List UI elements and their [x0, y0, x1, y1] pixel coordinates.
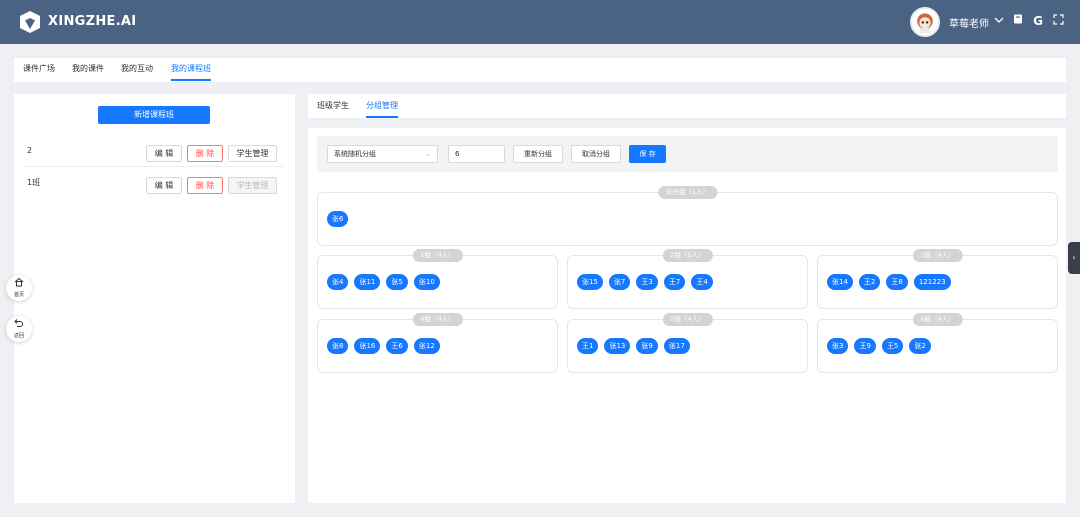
class-row: 2 编 辑 删 除 学生管理: [24, 141, 285, 167]
sub-nav: 班级学生 分组管理: [308, 94, 1066, 118]
student-chip[interactable]: 张8: [327, 338, 349, 354]
member-list: 张4 张11 张5 张10: [327, 269, 551, 290]
back-button[interactable]: 返回: [6, 316, 32, 342]
student-chip[interactable]: 张12: [413, 338, 440, 354]
group-box[interactable]: 3组（4人） 张14 王2 王8 121223: [817, 249, 1058, 309]
class-name: 1班: [27, 178, 41, 187]
avatar-illustration-icon: [917, 13, 933, 34]
member-list: 张6: [327, 206, 1051, 227]
fullscreen-icon[interactable]: [1050, 13, 1066, 29]
grouping-toolbar: 系统随机分组 ⌄ 6 重新分组 取消分组 保 存: [317, 136, 1058, 172]
group-label: 6组（4人）: [912, 313, 963, 326]
student-chip[interactable]: 张2: [909, 338, 931, 354]
student-chip[interactable]: 张14: [827, 274, 853, 290]
tab-courseware-plaza[interactable]: 课件广场: [23, 63, 55, 74]
app-header: XINGZHE.AI 草莓老师 G: [0, 0, 1080, 44]
group-box[interactable]: 2组（5人） 张15 张7 王3 王7 王4: [567, 249, 808, 309]
member-list: 张3 王9 王5 张2: [827, 333, 1051, 354]
student-chip[interactable]: 王3: [636, 274, 658, 290]
grouping-mode-value: 系统随机分组: [334, 150, 376, 158]
tab-my-courseware[interactable]: 我的课件: [72, 63, 104, 74]
manage-students-button-disabled: 学生管理: [228, 177, 277, 194]
home-label: 首页: [13, 292, 24, 298]
group-label: 3组（4人）: [912, 249, 963, 262]
student-chip[interactable]: 张15: [577, 274, 603, 290]
brand-name: XINGZHE.AI: [48, 14, 137, 29]
regroup-button[interactable]: 重新分组: [513, 145, 563, 163]
student-chip[interactable]: 王2: [858, 274, 881, 290]
student-chip[interactable]: 张6: [327, 211, 349, 227]
delete-class-button[interactable]: 删 除: [187, 145, 223, 162]
group-label: 未分组（1人）: [657, 186, 718, 199]
member-list: 张15 张7 王3 王7 王4: [577, 269, 801, 290]
active-subtab-indicator: [366, 116, 398, 118]
top-nav: 课件广场 我的课件 我的互动 我的课程班: [14, 58, 1066, 82]
book-icon[interactable]: [1010, 13, 1026, 29]
class-name: 2: [27, 146, 33, 155]
group-label: 5组（4人）: [662, 313, 713, 326]
save-button[interactable]: 保 存: [629, 145, 666, 163]
group-label: 2组（5人）: [662, 249, 713, 262]
student-chip[interactable]: 王1: [577, 338, 599, 354]
member-list: 王1 张13 张9 张17: [577, 333, 801, 354]
student-chip[interactable]: 王8: [886, 274, 908, 290]
username[interactable]: 草莓老师: [949, 15, 989, 30]
group-count-input[interactable]: 6: [448, 145, 505, 163]
member-list: 张14 王2 王8 121223: [827, 269, 1051, 290]
group-box[interactable]: 6组（4人） 张3 王9 王5 张2: [817, 313, 1058, 373]
student-chip[interactable]: 张3: [827, 338, 849, 354]
ungrouped-box[interactable]: 未分组（1人） 张6: [317, 186, 1058, 246]
student-chip[interactable]: 张7: [608, 274, 631, 290]
edit-class-button[interactable]: 编 辑: [146, 177, 182, 194]
student-chip[interactable]: 121223: [913, 274, 951, 290]
chevron-down-icon: ⌄: [425, 150, 431, 158]
student-chip[interactable]: 张4: [327, 274, 349, 290]
back-arrow-icon: [6, 316, 32, 333]
google-icon[interactable]: G: [1030, 13, 1046, 29]
home-button[interactable]: 首页: [6, 275, 32, 301]
group-box[interactable]: 5组（4人） 王1 张13 张9 张17: [567, 313, 808, 373]
manage-students-button[interactable]: 学生管理: [228, 145, 277, 162]
student-chip[interactable]: 王7: [663, 274, 686, 290]
expand-panel-handle[interactable]: ›: [1068, 242, 1080, 274]
student-chip[interactable]: 王9: [854, 338, 876, 354]
student-chip[interactable]: 王5: [881, 338, 904, 354]
active-tab-indicator: [171, 79, 211, 81]
group-label: 1组（4人）: [412, 249, 463, 262]
student-chip[interactable]: 张13: [604, 338, 631, 354]
class-row: 1班 编 辑 删 除 学生管理: [24, 172, 285, 198]
cancel-grouping-button[interactable]: 取消分组: [571, 145, 621, 163]
xingzhe-logo-icon[interactable]: [18, 10, 42, 34]
tab-group-management[interactable]: 分组管理: [366, 100, 398, 111]
group-box[interactable]: 4组（4人） 张8 张16 王6 张12: [317, 313, 558, 373]
student-chip[interactable]: 张5: [386, 274, 408, 290]
tab-class-students[interactable]: 班级学生: [317, 100, 349, 111]
student-chip[interactable]: 王4: [691, 274, 713, 290]
edit-class-button[interactable]: 编 辑: [146, 145, 182, 162]
member-list: 张8 张16 王6 张12: [327, 333, 551, 354]
student-chip[interactable]: 张11: [354, 274, 381, 290]
chevron-down-icon[interactable]: [991, 13, 1007, 29]
student-chip[interactable]: 张17: [663, 338, 690, 354]
student-chip[interactable]: 王6: [386, 338, 408, 354]
group-management-panel: 系统随机分组 ⌄ 6 重新分组 取消分组 保 存 未分组（1人） 张6 1组（4…: [308, 128, 1066, 503]
tab-my-classes[interactable]: 我的课程班: [171, 63, 211, 74]
group-box[interactable]: 1组（4人） 张4 张11 张5 张10: [317, 249, 558, 309]
tab-my-interactions[interactable]: 我的互动: [121, 63, 153, 74]
group-label: 4组（4人）: [412, 313, 463, 326]
home-icon: [6, 275, 32, 292]
student-chip[interactable]: 张9: [636, 338, 658, 354]
user-avatar[interactable]: [910, 7, 940, 37]
student-chip[interactable]: 张16: [354, 338, 381, 354]
student-chip[interactable]: 张10: [413, 274, 440, 290]
delete-class-button[interactable]: 删 除: [187, 177, 223, 194]
back-label: 返回: [13, 333, 24, 339]
add-class-button[interactable]: 新增课程班: [98, 106, 210, 124]
class-list-panel: 新增课程班 2 编 辑 删 除 学生管理 1班 编 辑 删 除 学生管理: [14, 94, 295, 503]
grouping-mode-select[interactable]: 系统随机分组 ⌄: [327, 145, 438, 163]
